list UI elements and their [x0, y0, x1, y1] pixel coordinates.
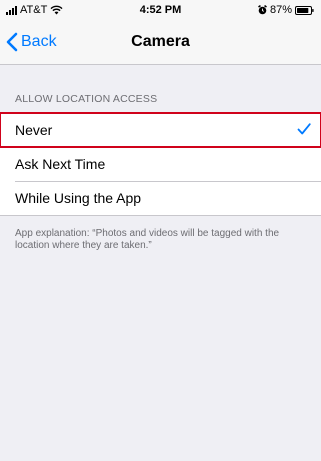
status-right: 87%	[258, 4, 314, 16]
alarm-icon	[258, 5, 267, 15]
battery-icon	[295, 5, 314, 15]
option-never[interactable]: Never	[0, 112, 321, 148]
back-label: Back	[21, 33, 57, 50]
battery-fill	[297, 7, 309, 13]
battery-percent: 87%	[269, 4, 292, 16]
settings-screen: AT&T 4:52 PM 87% Back Camera ALLOW LOCAT…	[0, 0, 321, 461]
status-bar: AT&T 4:52 PM 87%	[0, 0, 321, 20]
back-button[interactable]: Back	[6, 20, 57, 64]
navigation-bar: Back Camera	[0, 20, 321, 65]
chevron-left-icon	[6, 32, 18, 52]
checkmark-icon	[297, 123, 311, 135]
section-header: ALLOW LOCATION ACCESS	[15, 93, 158, 105]
option-while-using-the-app[interactable]: While Using the App	[0, 181, 321, 215]
option-label: While Using the App	[15, 190, 142, 206]
option-ask-next-time[interactable]: Ask Next Time	[0, 147, 321, 181]
app-explanation: App explanation: “Photos and videos will…	[15, 228, 280, 251]
option-label: Ask Next Time	[15, 156, 106, 172]
location-options-list: Never Ask Next Time While Using the App	[0, 112, 321, 216]
option-label: Never	[15, 122, 53, 138]
